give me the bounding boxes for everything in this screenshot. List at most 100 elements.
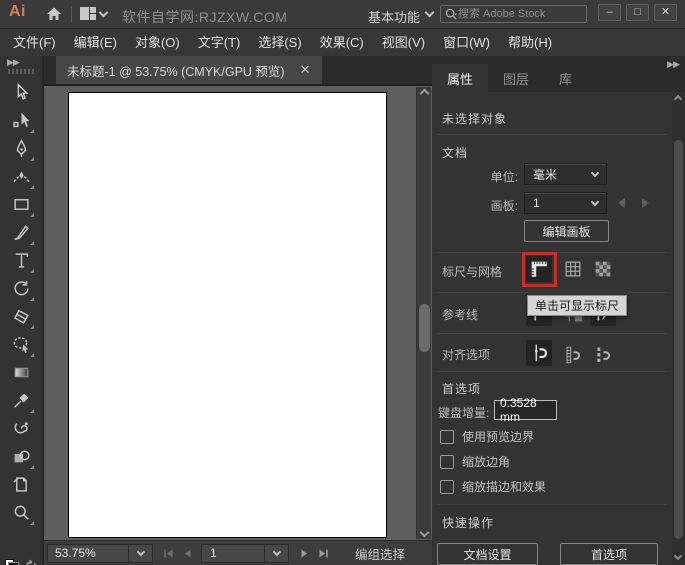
first-artboard-icon[interactable] <box>162 547 175 560</box>
separator <box>437 504 667 505</box>
snap-to-point-button[interactable] <box>526 340 552 366</box>
document-tab[interactable]: 未标题-1 @ 53.75% (CMYK/GPU 预览) ✕ <box>56 56 322 84</box>
panel-scrollbar-thumb[interactable] <box>674 140 683 539</box>
menu-effect[interactable]: 效果(C) <box>311 30 373 56</box>
curvature-tool-button[interactable] <box>5 164 37 192</box>
tab-libraries[interactable]: 库 <box>544 64 587 92</box>
default-colors-icon[interactable] <box>5 559 19 565</box>
snap-to-pixel-button[interactable] <box>590 342 616 368</box>
keyboard-increment-input[interactable]: 0.3528 mm <box>494 396 557 424</box>
rectangle-tool-button[interactable] <box>5 192 37 220</box>
document-setup-button[interactable]: 文档设置 <box>437 543 538 565</box>
selection-tool-button[interactable] <box>5 80 37 108</box>
keyboard-increment-label: 键盘增量: <box>438 406 490 420</box>
zoom-dropdown-button[interactable] <box>128 544 152 562</box>
menu-view[interactable]: 视图(V) <box>373 30 434 56</box>
show-grid-button[interactable] <box>560 256 586 282</box>
panel-tab-bar: 属性 图层 库 ▶▶ <box>432 56 685 92</box>
show-transparency-grid-button[interactable] <box>590 256 616 282</box>
menu-object[interactable]: 对象(O) <box>126 30 189 56</box>
scrollbar-thumb[interactable] <box>419 304 430 352</box>
menu-type[interactable]: 文字(T) <box>189 30 250 56</box>
tab-close-icon[interactable]: ✕ <box>300 62 311 78</box>
shape-builder-tool-button[interactable] <box>5 444 37 472</box>
previous-artboard-icon[interactable] <box>181 547 194 560</box>
document-tab-title: 未标题-1 @ 53.75% (CMYK/GPU 预览) <box>67 64 285 79</box>
artboard-label: 画板: <box>490 199 518 213</box>
eraser-tool-button[interactable] <box>5 304 37 332</box>
direct-selection-tool-button[interactable] <box>5 108 37 136</box>
separator <box>437 134 667 135</box>
menu-help[interactable]: 帮助(H) <box>499 30 561 56</box>
preferences-section-title: 首选项 <box>442 382 482 396</box>
grid-icon <box>565 261 581 277</box>
last-artboard-icon[interactable] <box>317 547 330 560</box>
scale-strokes-effects-checkbox[interactable] <box>440 479 454 494</box>
preferences-button[interactable]: 首选项 <box>560 543 658 565</box>
gradient-tool-button[interactable] <box>5 360 37 388</box>
free-transform-tool-icon <box>12 335 31 357</box>
type-tool-button[interactable] <box>5 248 37 276</box>
expand-panel-icon[interactable]: ▶▶ <box>7 57 20 68</box>
tooltip: 单击可显示标尺 <box>527 295 628 316</box>
artboard-tool-button[interactable] <box>5 472 37 500</box>
unit-dropdown[interactable]: 毫米 <box>524 163 607 185</box>
swap-colors-icon[interactable] <box>24 559 37 565</box>
paintbrush-tool-button[interactable] <box>5 220 37 248</box>
search-box[interactable] <box>440 5 587 23</box>
workspace-switcher[interactable]: 基本功能 <box>368 7 420 26</box>
artboard-dropdown-button[interactable] <box>264 544 288 562</box>
scroll-down-icon[interactable] <box>419 527 430 538</box>
collapse-panel-icon[interactable]: ▶▶ <box>667 59 680 70</box>
use-preview-bounds-checkbox[interactable] <box>440 429 454 444</box>
document-section-title: 文档 <box>442 146 469 160</box>
zoom-level-field[interactable]: 53.75% <box>47 543 153 563</box>
pen-tool-button[interactable] <box>5 136 37 164</box>
menu-window[interactable]: 窗口(W) <box>434 30 499 56</box>
edit-artboards-button[interactable]: 编辑画板 <box>524 220 609 242</box>
no-selection-label: 未选择对象 <box>442 112 508 126</box>
tab-layers[interactable]: 图层 <box>488 64 544 92</box>
eyedropper-tool-button[interactable] <box>5 388 37 416</box>
zoom-tool-button[interactable] <box>5 500 37 528</box>
rotate-tool-button[interactable] <box>5 276 37 304</box>
home-icon[interactable] <box>46 6 62 25</box>
chevron-down-icon[interactable] <box>424 7 435 18</box>
snap-to-grid-button[interactable] <box>560 342 586 368</box>
snap-to-pixel-icon <box>597 347 610 363</box>
close-button[interactable]: ✕ <box>654 4 677 21</box>
menu-edit[interactable]: 编辑(E) <box>65 30 126 56</box>
next-artboard-icon[interactable] <box>298 547 311 560</box>
minimize-button[interactable]: – <box>598 4 621 21</box>
zoom-level-value: 53.75% <box>55 546 96 560</box>
selection-tool-icon <box>12 82 31 105</box>
panel-scrollbar[interactable] <box>672 92 685 565</box>
free-transform-tool-button[interactable] <box>5 332 37 360</box>
artboard[interactable] <box>68 92 387 538</box>
checkbox-row: 使用预览边界 <box>440 428 534 445</box>
window-title: 软件自学网:RJZXW.COM <box>122 9 288 25</box>
tab-properties[interactable]: 属性 <box>432 64 489 92</box>
previous-artboard-icon[interactable] <box>618 198 625 208</box>
artboard-number-field[interactable]: 1 <box>201 543 289 563</box>
chevron-down-icon[interactable] <box>98 7 109 18</box>
document-tab-bar: 未标题-1 @ 53.75% (CMYK/GPU 预览) ✕ <box>44 56 432 84</box>
menu-select[interactable]: 选择(S) <box>249 30 310 56</box>
paintbrush-tool-icon <box>12 223 31 245</box>
maximize-button[interactable]: □ <box>626 4 649 21</box>
artboard-dropdown[interactable]: 1 <box>524 192 607 214</box>
chevron-down-icon <box>590 168 600 178</box>
arrange-documents-icon[interactable] <box>80 7 96 24</box>
search-input[interactable] <box>458 8 576 20</box>
next-artboard-icon[interactable] <box>642 198 649 208</box>
separator <box>437 371 667 372</box>
scale-corners-checkbox[interactable] <box>440 454 454 469</box>
menu-file[interactable]: 文件(F) <box>4 30 65 56</box>
separator <box>437 292 667 293</box>
vertical-scrollbar[interactable] <box>416 87 431 539</box>
blend-tool-button[interactable] <box>5 416 37 444</box>
panel-grip[interactable] <box>8 69 34 74</box>
scroll-up-icon[interactable] <box>419 88 430 99</box>
shape-builder-tool-icon <box>12 447 31 469</box>
canvas[interactable] <box>44 84 432 540</box>
